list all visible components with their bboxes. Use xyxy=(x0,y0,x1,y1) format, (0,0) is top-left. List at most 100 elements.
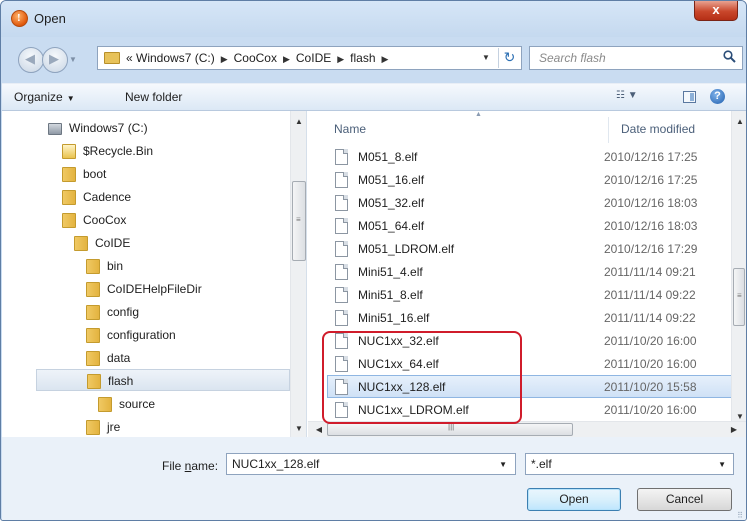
file-list-vertical-scrollbar[interactable]: ▲ ≡ ▼ xyxy=(731,111,746,429)
tree-item-label: bin xyxy=(107,259,124,273)
tree-item-windows7-drive[interactable]: Windows7 (C:) xyxy=(48,117,278,139)
tree-item-label: source xyxy=(119,397,156,411)
file-row[interactable]: Mini51_16.elf 2011/11/14 09:22 xyxy=(327,306,739,329)
search-icon[interactable] xyxy=(723,50,736,63)
chevron-down-icon[interactable]: ▼ xyxy=(499,460,507,469)
folder-icon xyxy=(104,52,120,64)
tree-item-bin[interactable]: bin xyxy=(86,255,286,277)
tree-item-label: config xyxy=(107,305,140,319)
file-row[interactable]: NUC1xx_32.elf 2011/10/20 16:00 xyxy=(327,329,739,352)
folder-icon xyxy=(86,259,100,274)
window-title: Open xyxy=(34,11,66,26)
title-bar[interactable]: ! Open x xyxy=(1,1,746,37)
app-icon: ! xyxy=(11,10,28,27)
back-arrow-icon: ◀ xyxy=(25,51,35,66)
file-row[interactable]: NUC1xx_LDROM.elf 2011/10/20 16:00 xyxy=(327,398,739,421)
change-view-icon[interactable]: ☷ ▼ xyxy=(616,90,646,106)
file-row[interactable]: Mini51_4.elf 2011/11/14 09:21 xyxy=(327,260,739,283)
file-row[interactable]: M051_64.elf 2010/12/16 18:03 xyxy=(327,214,739,237)
breadcrumb-separator-icon[interactable]: ▶ xyxy=(337,54,344,64)
breadcrumb-segment[interactable]: flash xyxy=(350,51,375,65)
scroll-left-icon[interactable]: ◀ xyxy=(311,422,327,437)
file-list: Name ▲ Date modified M051_8.elf 2010/12/… xyxy=(308,111,746,437)
file-row[interactable]: Mini51_8.elf 2011/11/14 09:22 xyxy=(327,283,739,306)
tree-item-source[interactable]: source xyxy=(98,393,288,415)
file-row[interactable]: NUC1xx_64.elf 2011/10/20 16:00 xyxy=(327,352,739,375)
file-name-input[interactable]: NUC1xx_128.elf ▼ xyxy=(226,453,516,475)
tree-item-cadence[interactable]: Cadence xyxy=(62,186,282,208)
tree-item-data[interactable]: data xyxy=(86,347,286,369)
file-row[interactable]: M051_LDROM.elf 2010/12/16 17:29 xyxy=(327,237,739,260)
organize-menu-button[interactable]: Organize ▼ xyxy=(14,90,75,104)
tree-item-config[interactable]: config xyxy=(86,301,286,323)
file-name: M051_32.elf xyxy=(358,196,425,210)
tree-item-recycle-bin[interactable]: $Recycle.Bin xyxy=(62,140,282,162)
tree-item-label: Cadence xyxy=(83,190,132,204)
column-divider[interactable] xyxy=(608,117,609,143)
tree-item-configuration[interactable]: configuration xyxy=(86,324,286,346)
tree-item-label: CoIDE xyxy=(95,236,131,250)
cancel-button[interactable]: Cancel xyxy=(637,488,732,511)
preview-pane-icon[interactable] xyxy=(683,91,696,103)
back-button[interactable]: ◀ xyxy=(18,47,44,73)
chevron-down-icon[interactable]: ▼ xyxy=(718,460,726,469)
open-button[interactable]: Open xyxy=(527,488,621,511)
file-icon xyxy=(335,310,348,326)
column-header-date[interactable]: Date modified xyxy=(621,122,695,136)
folder-icon xyxy=(98,397,112,412)
file-list-horizontal-scrollbar[interactable]: ◀ ||| ▶ xyxy=(308,421,746,437)
close-button[interactable]: x xyxy=(694,1,738,21)
file-icon xyxy=(335,287,348,303)
file-row[interactable]: M051_8.elf 2010/12/16 17:25 xyxy=(327,145,739,168)
tree-item-label: Windows7 (C:) xyxy=(69,121,148,135)
new-folder-button[interactable]: New folder xyxy=(125,90,182,104)
tree-item-coocox[interactable]: CooCox xyxy=(62,209,282,231)
breadcrumb-segment[interactable]: « Windows7 (C:) xyxy=(126,51,215,65)
file-icon xyxy=(335,379,348,395)
scroll-up-icon[interactable]: ▲ xyxy=(291,114,306,130)
file-name: M051_64.elf xyxy=(358,219,425,233)
file-row[interactable]: M051_32.elf 2010/12/16 18:03 xyxy=(327,191,739,214)
command-bar: Organize ▼ New folder ☷ ▼ ? xyxy=(2,83,746,111)
file-date: 2010/12/16 17:29 xyxy=(604,242,698,256)
scroll-up-icon[interactable]: ▲ xyxy=(732,114,746,130)
address-dropdown-icon[interactable]: ▼ xyxy=(482,53,490,62)
navigation-pane-scrollbar[interactable]: ▲ ≡ ▼ xyxy=(290,111,306,437)
scroll-right-icon[interactable]: ▶ xyxy=(726,422,742,437)
refresh-icon[interactable]: ↻ xyxy=(498,48,520,68)
tree-item-jre[interactable]: jre xyxy=(86,416,286,437)
file-date: 2011/10/20 16:00 xyxy=(604,334,697,348)
scrollbar-thumb[interactable]: ≡ xyxy=(292,181,306,261)
scrollbar-thumb[interactable]: ≡ xyxy=(733,268,745,326)
file-name: M051_8.elf xyxy=(358,150,418,164)
scroll-down-icon[interactable]: ▼ xyxy=(291,421,306,437)
forward-button[interactable]: ▶ xyxy=(42,47,68,73)
scrollbar-thumb[interactable]: ||| xyxy=(327,422,573,436)
tree-item-coide[interactable]: CoIDE xyxy=(74,232,284,254)
breadcrumb-separator-icon[interactable]: ▶ xyxy=(221,54,228,64)
file-name: M051_LDROM.elf xyxy=(358,242,455,256)
resize-grip-icon[interactable]: ⠿ xyxy=(737,512,743,520)
tree-item-boot[interactable]: boot xyxy=(62,163,282,185)
tree-item-coidehelpfiledir[interactable]: CoIDEHelpFileDir xyxy=(86,278,286,300)
recent-locations-chevron-icon[interactable]: ▼ xyxy=(69,55,79,65)
folder-icon xyxy=(62,213,76,228)
breadcrumb-separator-icon[interactable]: ▶ xyxy=(382,54,389,64)
breadcrumb-separator-icon[interactable]: ▶ xyxy=(283,54,290,64)
breadcrumb-segment[interactable]: CoIDE xyxy=(296,51,331,65)
file-type-value: *.elf xyxy=(531,457,552,471)
page-margin xyxy=(0,521,747,529)
column-header-name[interactable]: Name xyxy=(334,122,366,136)
tree-item-flash[interactable]: flash xyxy=(36,369,290,391)
file-type-select[interactable]: *.elf ▼ xyxy=(525,453,734,475)
address-bar[interactable]: « Windows7 (C:) ▶ CooCox ▶ CoIDE ▶ flash ▶ ▼ ↻ xyxy=(97,46,522,70)
file-row[interactable]: M051_16.elf 2010/12/16 17:25 xyxy=(327,168,739,191)
recycle-bin-icon xyxy=(62,144,76,159)
help-icon[interactable]: ? xyxy=(710,89,725,104)
file-row-selected[interactable]: NUC1xx_128.elf 2011/10/20 15:58 xyxy=(327,375,739,398)
breadcrumb-segment[interactable]: CooCox xyxy=(234,51,277,65)
folder-icon xyxy=(74,236,88,251)
file-name: NUC1xx_32.elf xyxy=(358,334,439,348)
search-input[interactable]: Search flash xyxy=(529,46,743,70)
file-name: NUC1xx_128.elf xyxy=(358,380,446,394)
